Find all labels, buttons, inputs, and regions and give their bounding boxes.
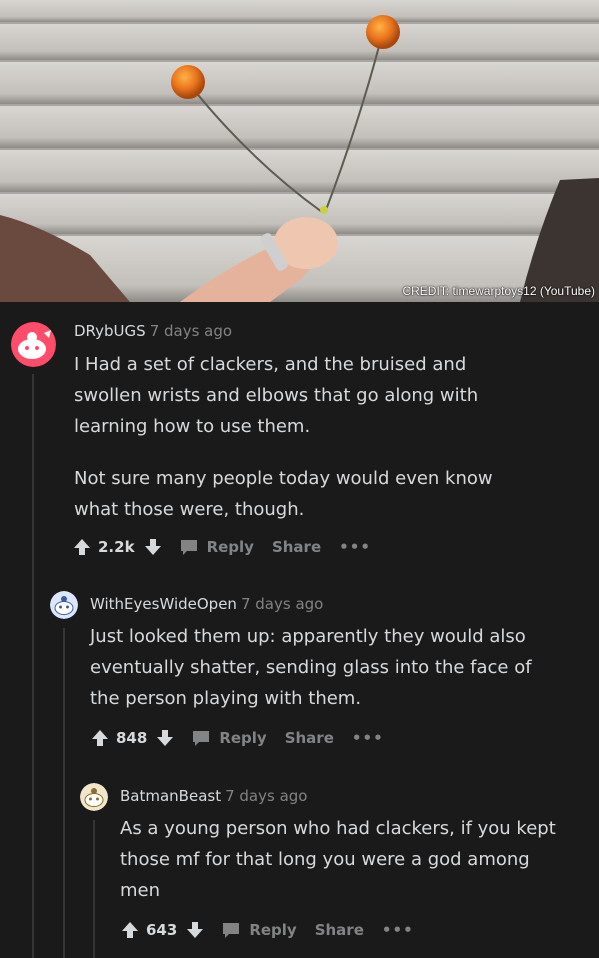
- reply-label: Reply: [219, 729, 267, 747]
- photo-credit: CREDIT: timewarptoys12 (YouTube): [402, 284, 595, 298]
- comment-bubble-icon: [193, 731, 210, 746]
- reply-label: Reply: [249, 921, 297, 939]
- comment-meta: WithEyesWideOpen 7 days ago: [90, 595, 323, 613]
- more-options-button[interactable]: •••: [352, 729, 384, 747]
- reply-button[interactable]: Reply: [221, 920, 297, 940]
- reply-button[interactable]: Reply: [179, 537, 254, 557]
- comment-body: Just looked them up: apparently they wou…: [90, 621, 560, 714]
- upvote-icon[interactable]: [90, 728, 110, 748]
- clackers-photo: CREDIT: timewarptoys12 (YouTube): [0, 0, 599, 302]
- snoo-avatar-icon: [11, 322, 56, 367]
- comment-bubble-icon: [180, 540, 197, 555]
- comment-body: As a young person who had clackers, if y…: [120, 813, 560, 906]
- thread-line-level-1[interactable]: [32, 374, 34, 958]
- thread-line-level-2[interactable]: [63, 628, 65, 958]
- upvote-icon[interactable]: [72, 537, 92, 557]
- comment-paragraph: Not sure many people today would even kn…: [74, 468, 493, 520]
- reply-button[interactable]: Reply: [191, 728, 267, 748]
- avatar-drybugs[interactable]: [11, 322, 56, 367]
- comment-username[interactable]: BatmanBeast: [120, 787, 221, 805]
- comment-timestamp: 7 days ago: [149, 322, 233, 340]
- downvote-icon[interactable]: [155, 728, 175, 748]
- downvote-icon[interactable]: [143, 537, 163, 557]
- comment-paragraph: As a young person who had clackers, if y…: [120, 818, 556, 901]
- thread-line-level-3[interactable]: [93, 820, 95, 958]
- share-button[interactable]: Share: [272, 538, 321, 556]
- comment-username[interactable]: WithEyesWideOpen: [90, 595, 237, 613]
- share-button[interactable]: Share: [285, 729, 334, 747]
- photo-illustration: [0, 0, 599, 302]
- comment-paragraph: Just looked them up: apparently they wou…: [90, 626, 532, 709]
- snoo-avatar-icon: [80, 783, 108, 811]
- comment-username[interactable]: DRybUGS: [74, 322, 146, 340]
- comment-actions: 643 Reply Share •••: [120, 918, 414, 942]
- more-options-button[interactable]: •••: [382, 921, 414, 939]
- downvote-icon[interactable]: [185, 920, 205, 940]
- comment-body: I Had a set of clackers, and the bruised…: [74, 349, 534, 525]
- comment-actions: 2.2k Reply Share •••: [72, 535, 371, 559]
- comment-meta: BatmanBeast 7 days ago: [120, 787, 307, 805]
- comment-meta: DRybUGS 7 days ago: [74, 322, 232, 340]
- comment-paragraph: I Had a set of clackers, and the bruised…: [74, 354, 479, 437]
- snoo-avatar-icon: [50, 591, 78, 619]
- comment-timestamp: 7 days ago: [240, 595, 324, 613]
- vote-count: 643: [146, 921, 178, 939]
- vote-count: 848: [116, 729, 148, 747]
- comment-bubble-icon: [223, 923, 240, 938]
- more-options-button[interactable]: •••: [339, 538, 371, 556]
- reply-label: Reply: [206, 538, 254, 556]
- comment-actions: 848 Reply Share •••: [90, 726, 384, 750]
- vote-count: 2.2k: [98, 538, 135, 556]
- avatar-witheyeswideopen[interactable]: [50, 591, 78, 619]
- avatar-batmanbeast[interactable]: [80, 783, 108, 811]
- share-button[interactable]: Share: [315, 921, 364, 939]
- comment-timestamp: 7 days ago: [225, 787, 308, 805]
- upvote-icon[interactable]: [120, 920, 140, 940]
